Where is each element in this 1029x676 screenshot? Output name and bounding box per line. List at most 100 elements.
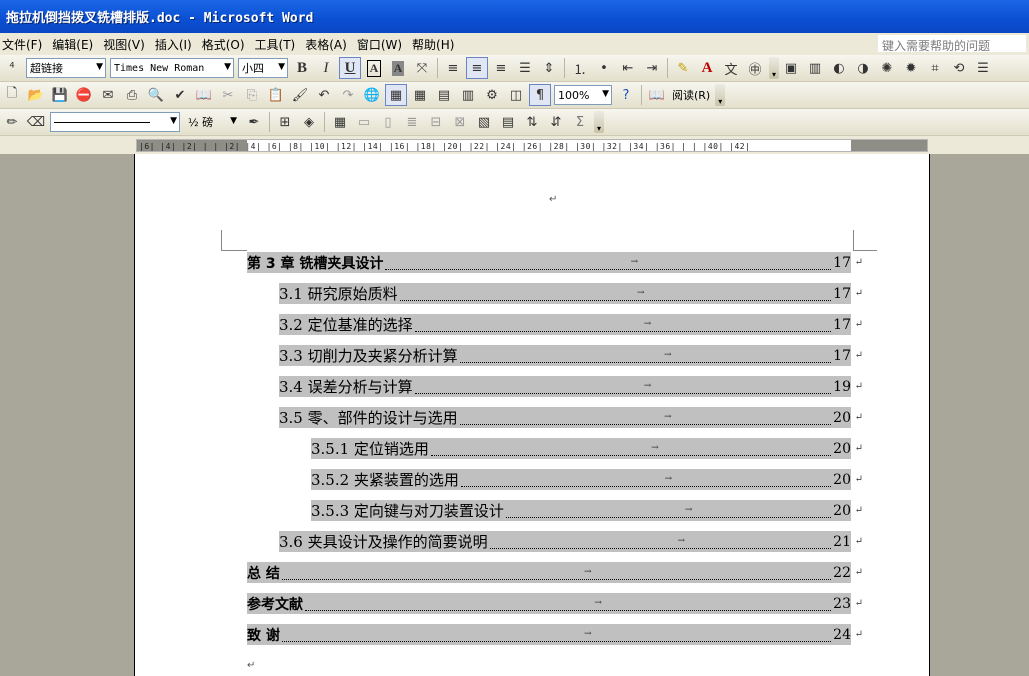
table-autoformat-icon[interactable]: ▧	[473, 111, 495, 133]
toc-entry[interactable]: 3.3 切削力及夹紧分析计算 → 17 ↵	[279, 345, 863, 366]
menu-tools[interactable]: 工具(T)	[253, 36, 304, 53]
toc-entry[interactable]: 致 谢 → 24 ↵	[247, 624, 863, 645]
toc-entry[interactable]: 3.5.3 定向键与对刀装置设计 → 20 ↵	[311, 500, 863, 521]
font-select[interactable]: Times New Roman ▼	[110, 58, 234, 78]
shading-color-icon[interactable]: ◈	[298, 111, 320, 133]
document-area[interactable]: ↵ 第 3 章 铣槽夹具设计 → 17 ↵ 3.1 研究原始质料 → 17 ↵ 3.2 定位基准…	[0, 154, 1029, 676]
bullets-icon[interactable]: •	[593, 57, 615, 79]
contrast-icon[interactable]: ◐	[828, 57, 850, 79]
distributed-icon[interactable]: ☰	[514, 57, 536, 79]
toc-entry[interactable]: 3.5.1 定位销选用 → 20 ↵	[311, 438, 863, 459]
email-icon[interactable]: ✉	[97, 84, 119, 106]
insert-excel-icon[interactable]: ▤	[433, 84, 455, 106]
menu-help[interactable]: 帮助(H)	[410, 36, 462, 53]
menu-table[interactable]: 表格(A)	[303, 36, 355, 53]
format-painter-icon[interactable]: 🖌	[289, 84, 311, 106]
style-select[interactable]: 超链接 ▼	[26, 58, 106, 78]
toc-entry[interactable]: 总 结 → 22 ↵	[247, 562, 863, 583]
bold-button[interactable]: B	[291, 57, 313, 79]
research-icon[interactable]: 📖	[193, 84, 215, 106]
open-icon[interactable]: 📂	[25, 84, 47, 106]
picture-icon[interactable]: ▣	[780, 57, 802, 79]
insert-table-icon[interactable]: ▦	[409, 84, 431, 106]
drawing-icon[interactable]: ⚙	[481, 84, 503, 106]
permission-icon[interactable]: ⛔	[73, 84, 95, 106]
italic-button[interactable]: I	[315, 57, 337, 79]
insert-table-small-icon[interactable]: ▦	[329, 111, 351, 133]
toc-entry[interactable]: 3.5 零、部件的设计与选用 → 20 ↵	[279, 407, 863, 428]
document-map-icon[interactable]: ◫	[505, 84, 527, 106]
autosum-icon[interactable]: Σ	[569, 111, 591, 133]
distribute-rows-icon[interactable]: ⊟	[425, 111, 447, 133]
merge-cells-icon[interactable]: ▭	[353, 111, 375, 133]
outside-border-icon[interactable]: ⊞	[274, 111, 296, 133]
read-icon[interactable]: 📖	[646, 84, 668, 106]
toc-entry[interactable]: 参考文献 → 23 ↵	[247, 593, 863, 614]
draw-table-icon[interactable]: ✏	[1, 111, 23, 133]
brightness-icon[interactable]: ◑	[852, 57, 874, 79]
underline-button[interactable]: U	[339, 57, 361, 79]
save-icon[interactable]: 💾	[49, 84, 71, 106]
toc-entry[interactable]: 3.1 研究原始质料 → 17 ↵	[279, 283, 863, 304]
zoom-select[interactable]: 100% ▼	[554, 85, 612, 105]
print-icon[interactable]: ⎙	[121, 84, 143, 106]
font-size-select[interactable]: 小四 ▼	[238, 58, 288, 78]
split-cells-icon[interactable]: ▯	[377, 111, 399, 133]
hyperlink-icon[interactable]: 🌐	[361, 84, 383, 106]
toc-entry[interactable]: 3.2 定位基准的选择 → 17 ↵	[279, 314, 863, 335]
read-button[interactable]: 阅读(R)	[672, 87, 710, 103]
more-brightness-icon[interactable]: ✺	[876, 57, 898, 79]
document-page[interactable]: ↵ 第 3 章 铣槽夹具设计 → 17 ↵ 3.1 研究原始质料 → 17 ↵ 3.2 定位基准…	[134, 154, 930, 676]
help-icon[interactable]: ?	[615, 84, 637, 106]
menu-file[interactable]: 文件(F)	[0, 36, 50, 53]
align-cell-icon[interactable]: ≣	[401, 111, 423, 133]
crop-icon[interactable]: ⌗	[924, 57, 946, 79]
print-preview-icon[interactable]: 🔍	[145, 84, 167, 106]
menu-window[interactable]: 窗口(W)	[355, 36, 410, 53]
increase-indent-icon[interactable]: ⇥	[641, 57, 663, 79]
sort-ascending-icon[interactable]: ⇅	[521, 111, 543, 133]
rotate-icon[interactable]: ⟲	[948, 57, 970, 79]
line-style-icon[interactable]: ☰	[972, 57, 994, 79]
toolbar-options-icon[interactable]: ▾	[715, 84, 726, 106]
border-color-icon[interactable]: ✒	[243, 111, 265, 133]
phonetic-guide-icon[interactable]: 文	[720, 57, 742, 79]
menu-view[interactable]: 视图(V)	[101, 36, 153, 53]
menu-format[interactable]: 格式(O)	[200, 36, 253, 53]
line-spacing-icon[interactable]: ⇕	[538, 57, 560, 79]
copy-icon[interactable]: ⎘	[241, 84, 263, 106]
horizontal-ruler[interactable]: |6| |4| |2| | | |2| |4| |6| |8| |10| |12…	[136, 139, 928, 152]
char-shading-button[interactable]: A	[387, 57, 409, 79]
styles-pane-icon[interactable]: ⁴	[1, 57, 23, 79]
toc-entry[interactable]: 3.4 误差分析与计算 → 19 ↵	[279, 376, 863, 397]
eraser-icon[interactable]: ⌫	[25, 111, 47, 133]
align-right-icon[interactable]: ≡	[490, 57, 512, 79]
show-hide-icon[interactable]: ¶	[529, 84, 551, 106]
undo-icon[interactable]: ↶	[313, 84, 335, 106]
text-direction-icon[interactable]: ▤	[497, 111, 519, 133]
highlight-icon[interactable]: ✎	[672, 57, 694, 79]
cut-icon[interactable]: ✂	[217, 84, 239, 106]
decrease-indent-icon[interactable]: ⇤	[617, 57, 639, 79]
distribute-cols-icon[interactable]: ⊠	[449, 111, 471, 133]
columns-icon[interactable]: ▥	[804, 57, 826, 79]
toc-entry[interactable]: 3.6 夹具设计及操作的简要说明 → 21 ↵	[279, 531, 863, 552]
toolbar-options-icon[interactable]: ▾	[769, 57, 779, 79]
line-style-select[interactable]: ▼	[50, 112, 180, 132]
help-search-input[interactable]: 键入需要帮助的问题	[877, 34, 1027, 53]
new-icon[interactable]: 🗋	[1, 84, 23, 106]
columns-layout-icon[interactable]: ▥	[457, 84, 479, 106]
char-scale-button[interactable]: ⤧	[411, 57, 433, 79]
menu-insert[interactable]: 插入(I)	[153, 36, 200, 53]
toc-entry[interactable]: 第 3 章 铣槽夹具设计 → 17 ↵	[247, 252, 863, 273]
numbering-icon[interactable]: ⒈	[569, 57, 591, 79]
toc-entry[interactable]: 3.5.2 夹紧装置的选用 → 20 ↵	[311, 469, 863, 490]
redo-icon[interactable]: ↷	[337, 84, 359, 106]
sort-descending-icon[interactable]: ⇵	[545, 111, 567, 133]
spelling-icon[interactable]: ✔	[169, 84, 191, 106]
line-weight-select[interactable]: ½ 磅 ▼	[184, 112, 240, 132]
font-color-icon[interactable]: A	[696, 57, 718, 79]
enclose-char-icon[interactable]: ㊥	[744, 57, 766, 79]
menu-edit[interactable]: 编辑(E)	[50, 36, 101, 53]
window-title-bar[interactable]: 拖拉机倒挡拨叉铣槽排版.doc - Microsoft Word	[0, 0, 1029, 33]
